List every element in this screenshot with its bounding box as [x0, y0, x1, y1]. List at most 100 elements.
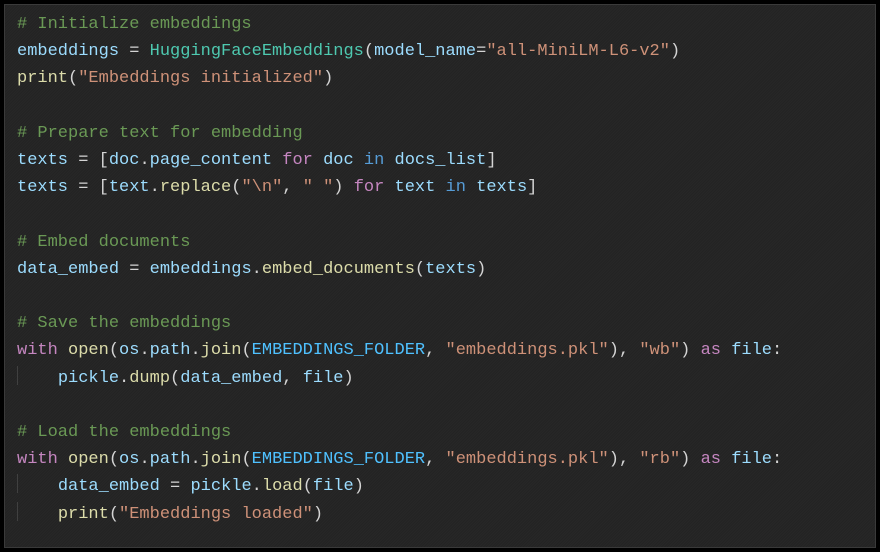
token-op: .: [139, 151, 149, 170]
token-fn: load: [262, 477, 303, 496]
token-op: (: [303, 477, 313, 496]
token-op: (: [109, 505, 119, 524]
token-op: (: [109, 341, 119, 360]
token-id: data_embed: [17, 260, 119, 279]
token-str: "embeddings.pkl": [446, 450, 609, 469]
token-op: ): [670, 42, 680, 61]
token-id: docs_list: [395, 151, 487, 170]
token-id: texts: [476, 178, 527, 197]
code-editor: # Initialize embeddings embeddings = Hug…: [4, 4, 876, 548]
token-con: EMBEDDINGS_FOLDER: [252, 450, 425, 469]
token-op: :: [772, 341, 782, 360]
token-id: embeddings: [150, 260, 252, 279]
token-op: (: [170, 369, 180, 388]
token-c: # Embed documents: [17, 233, 190, 252]
token-op: =: [476, 42, 486, 61]
token-fn: open: [68, 450, 109, 469]
token-op: [354, 151, 364, 170]
token-op: .: [150, 178, 160, 197]
token-op: ,: [425, 450, 445, 469]
token-op: ]: [527, 178, 537, 197]
token-kw: with: [17, 450, 58, 469]
token-fn: join: [201, 450, 242, 469]
token-op: ): [344, 369, 354, 388]
token-op: ),: [609, 450, 640, 469]
token-id: path: [150, 341, 191, 360]
token-op: ): [680, 450, 700, 469]
token-op: [384, 178, 394, 197]
token-con: EMBEDDINGS_FOLDER: [252, 341, 425, 360]
token-cls: HuggingFaceEmbeddings: [150, 42, 364, 61]
token-id: texts: [425, 260, 476, 279]
token-op: (: [241, 450, 251, 469]
token-str: " ": [303, 178, 334, 197]
token-kw: with: [17, 341, 58, 360]
token-id: os: [119, 341, 139, 360]
token-fn: open: [68, 341, 109, 360]
token-str: "rb": [639, 450, 680, 469]
token-id: data_embed: [58, 477, 160, 496]
token-op: ): [680, 341, 700, 360]
token-op: (: [109, 450, 119, 469]
token-op: .: [139, 450, 149, 469]
token-op: .: [190, 450, 200, 469]
token-id: texts: [17, 178, 68, 197]
token-id: pickle: [58, 369, 119, 388]
token-id: doc: [323, 151, 354, 170]
token-op: = [: [68, 178, 109, 197]
token-op: ),: [609, 341, 640, 360]
token-c: # Initialize embeddings: [17, 15, 252, 34]
token-id: file: [313, 477, 354, 496]
token-id: pickle: [190, 477, 251, 496]
token-op: .: [252, 260, 262, 279]
token-fn: print: [17, 69, 68, 88]
token-str: "\n": [241, 178, 282, 197]
token-op: [58, 450, 68, 469]
token-c: # Load the embeddings: [17, 423, 231, 442]
token-id: text: [109, 178, 150, 197]
token-kw: as: [701, 450, 721, 469]
token-id: text: [395, 178, 436, 197]
token-op: ,: [425, 341, 445, 360]
token-id: doc: [109, 151, 140, 170]
token-op: [435, 178, 445, 197]
token-c: # Save the embeddings: [17, 314, 231, 333]
token-fn: replace: [160, 178, 231, 197]
token-id: page_content: [150, 151, 272, 170]
token-str: "all-MiniLM-L6-v2": [486, 42, 670, 61]
token-op: ): [333, 178, 353, 197]
token-str: "Embeddings initialized": [78, 69, 323, 88]
token-op: [384, 151, 394, 170]
token-id: model_name: [374, 42, 476, 61]
token-op: :: [772, 450, 782, 469]
token-id: file: [303, 369, 344, 388]
token-id: os: [119, 450, 139, 469]
token-op: (: [231, 178, 241, 197]
token-id: texts: [17, 151, 68, 170]
token-fn: join: [201, 341, 242, 360]
token-op: ,: [282, 178, 302, 197]
token-fn: dump: [129, 369, 170, 388]
token-fn: print: [58, 505, 109, 524]
token-id: embeddings: [17, 42, 119, 61]
token-op: [313, 151, 323, 170]
token-fn: embed_documents: [262, 260, 415, 279]
token-kw: as: [701, 341, 721, 360]
token-id: file: [731, 450, 772, 469]
token-op: (: [241, 341, 251, 360]
token-op: (: [364, 42, 374, 61]
token-op: ): [476, 260, 486, 279]
token-op: [721, 341, 731, 360]
token-kw: for: [354, 178, 385, 197]
token-id: path: [150, 450, 191, 469]
token-op: =: [160, 477, 191, 496]
token-op: .: [190, 341, 200, 360]
token-str: "wb": [639, 341, 680, 360]
token-id: file: [731, 341, 772, 360]
token-c: # Prepare text for embedding: [17, 124, 303, 143]
token-op: =: [119, 260, 150, 279]
token-op: [721, 450, 731, 469]
token-kw2: in: [364, 151, 384, 170]
token-op: ): [323, 69, 333, 88]
token-op: .: [252, 477, 262, 496]
